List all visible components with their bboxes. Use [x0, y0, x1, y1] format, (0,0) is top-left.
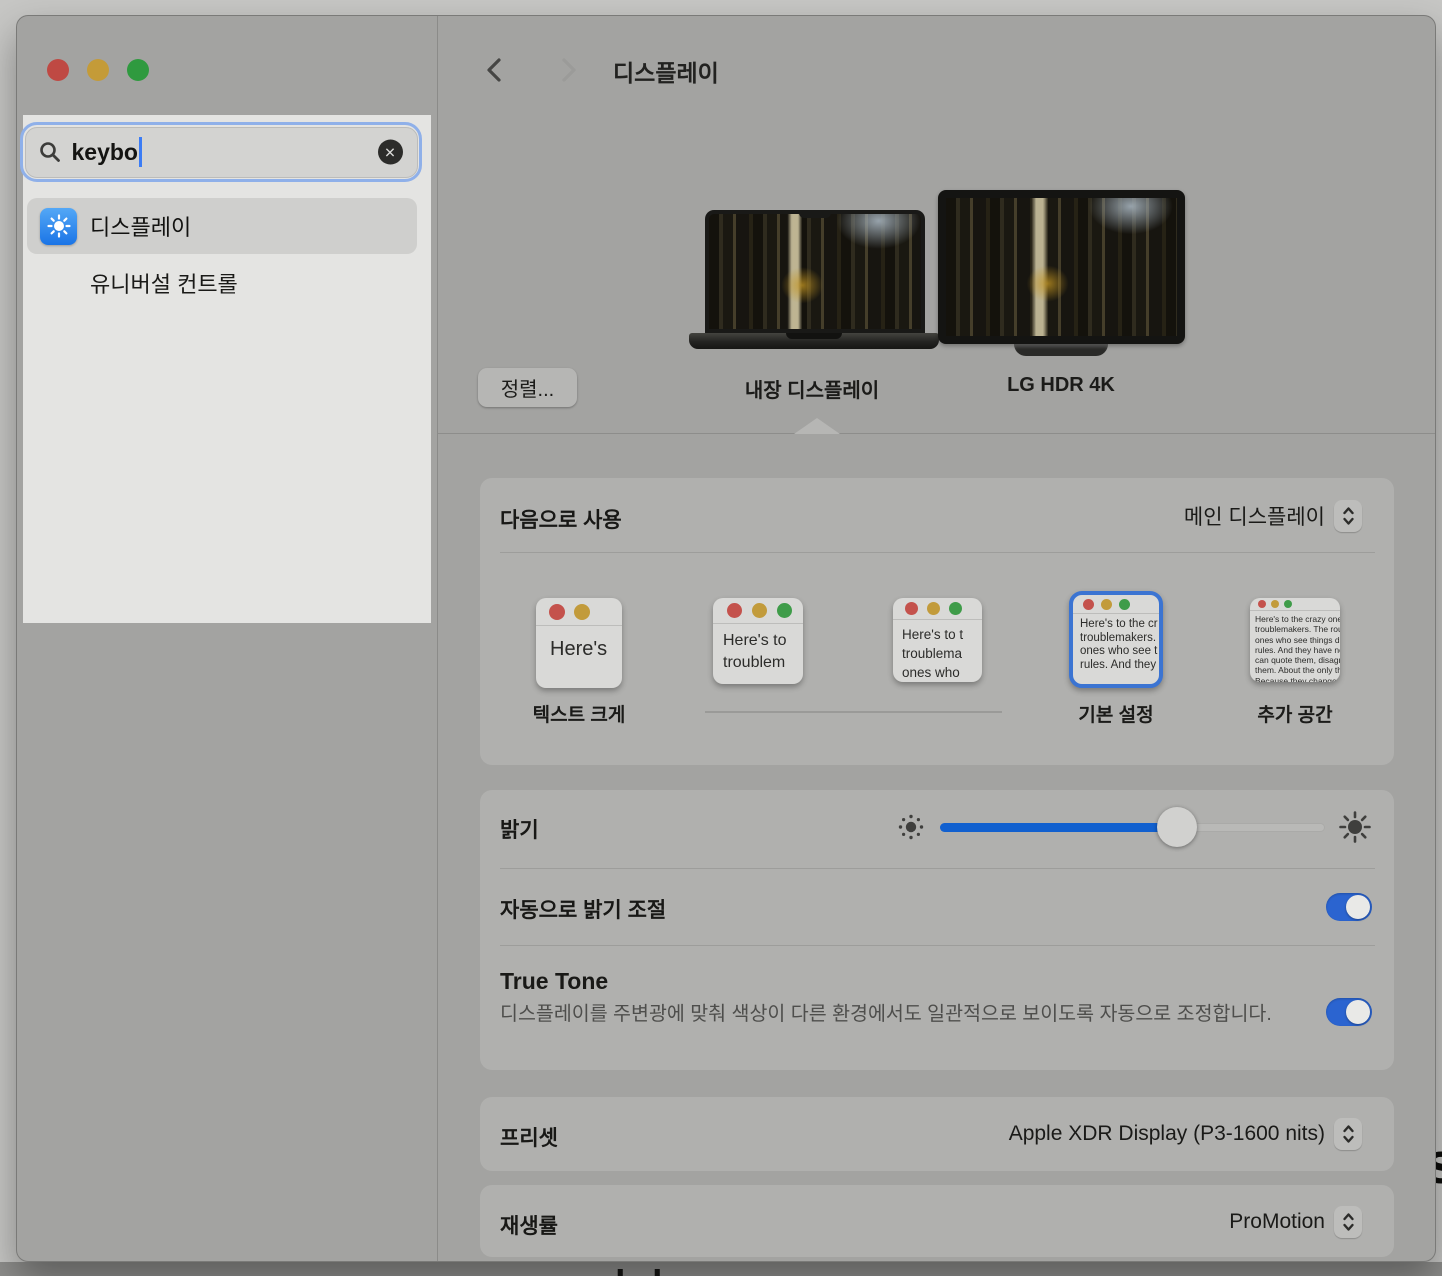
sample-text: them. About the only th — [1255, 665, 1340, 675]
mini-window-titlebar — [893, 598, 982, 620]
search-input[interactable]: keybo ✕ — [25, 127, 418, 178]
scaling-option-larger-text[interactable]: Here's — [536, 598, 622, 688]
display-name-builtin: 내장 디스플레이 — [702, 374, 922, 403]
screen: ssh-keygen s keybo ✕ — [0, 0, 1442, 1276]
scaling-label-default: 기본 설정 — [1056, 700, 1176, 727]
search-result-universal-control[interactable]: 유니버설 컨트롤 — [27, 258, 417, 308]
scaling-option-default-selected[interactable]: Here's to the cr troublemakers. ones who… — [1069, 591, 1163, 688]
section-divider — [438, 433, 1435, 434]
search-focus-ring: keybo ✕ — [20, 122, 422, 182]
selected-display-caret — [794, 418, 840, 434]
brightness-high-icon — [1338, 810, 1372, 844]
auto-brightness-toggle[interactable] — [1326, 893, 1372, 921]
search-value: keybo — [72, 139, 138, 166]
mini-window-titlebar — [713, 598, 803, 624]
desktop-background-text: ssh-keygen — [572, 1263, 786, 1276]
chevron-updown-icon — [1334, 1118, 1362, 1150]
clear-icon: ✕ — [384, 145, 396, 159]
refresh-rate-label: 재생률 — [500, 1210, 558, 1240]
sample-text: Here's to t — [902, 625, 982, 644]
zoom-button[interactable] — [127, 59, 149, 81]
sample-text: Here's to the cr — [1080, 618, 1159, 632]
page-title: 디스플레이 — [613, 54, 719, 88]
back-button[interactable] — [482, 56, 508, 84]
minimize-button[interactable] — [87, 59, 109, 81]
sample-text: can quote them, disagr — [1255, 655, 1340, 665]
scaling-option-more-space[interactable]: Here's to the crazy one troublemakers. T… — [1250, 598, 1340, 682]
brightness-slider-fill — [940, 823, 1177, 832]
chevron-updown-icon — [1334, 1206, 1362, 1238]
sample-text: ones who see t — [1080, 645, 1159, 659]
sample-text: Because they change th — [1255, 676, 1340, 682]
scaling-label-larger-text: 텍스트 크게 — [519, 700, 639, 727]
mini-window-titlebar — [536, 598, 622, 626]
use-as-value: 메인 디스플레이 — [1184, 501, 1325, 531]
result-label: 디스플레이 — [90, 210, 191, 242]
wallpaper-image — [946, 198, 1177, 336]
brightness-low-icon — [897, 813, 925, 841]
search-icon — [38, 140, 62, 164]
laptop-notch — [799, 210, 831, 218]
scaling-label-more-space: 추가 공간 — [1235, 700, 1355, 727]
sample-text: Here's — [550, 634, 622, 664]
preset-dropdown[interactable]: Apple XDR Display (P3-1600 nits) — [1009, 1118, 1362, 1150]
sample-text: troublema — [902, 644, 982, 663]
mini-window-titlebar — [1073, 595, 1159, 614]
scaling-option-2[interactable]: Here's to troublem — [713, 598, 803, 684]
scaling-option-3[interactable]: Here's to t troublema ones who — [893, 598, 982, 682]
use-as-dropdown[interactable]: 메인 디스플레이 — [1184, 500, 1362, 532]
laptop-base-notch — [786, 333, 842, 339]
toggle-knob — [1346, 895, 1370, 919]
refresh-rate-value: ProMotion — [1229, 1210, 1325, 1234]
row-divider — [500, 945, 1375, 946]
sample-text: Here's to — [723, 630, 803, 652]
search-result-display[interactable]: 디스플레이 — [27, 198, 417, 254]
external-display-thumbnail[interactable] — [938, 190, 1185, 344]
text-cursor — [139, 137, 142, 167]
auto-brightness-label: 자동으로 밝기 조절 — [500, 894, 666, 924]
unlabeled-options-line — [705, 711, 1002, 713]
built-in-display-thumbnail[interactable] — [705, 210, 925, 333]
use-as-label: 다음으로 사용 — [500, 504, 622, 534]
true-tone-label: True Tone — [500, 968, 608, 995]
brightness-slider-thumb[interactable] — [1157, 807, 1197, 847]
sample-text: ones who see things dif — [1255, 635, 1340, 645]
mini-window-titlebar — [1250, 598, 1340, 611]
chevron-updown-icon — [1334, 500, 1362, 532]
result-label: 유니버설 컨트롤 — [90, 267, 238, 299]
true-tone-description: 디스플레이를 주변광에 맞춰 색상이 다른 환경에서도 일관적으로 보이도록 자… — [500, 1000, 1272, 1029]
close-button[interactable] — [47, 59, 69, 81]
monitor-stand — [1014, 344, 1108, 356]
row-divider — [500, 552, 1375, 553]
toggle-knob — [1346, 1000, 1370, 1024]
sample-text: rules. And they — [1080, 659, 1159, 673]
refresh-rate-dropdown[interactable]: ProMotion — [1229, 1206, 1362, 1238]
true-tone-toggle[interactable] — [1326, 998, 1372, 1026]
brightness-slider[interactable] — [940, 823, 1325, 832]
arrange-button[interactable]: 정렬... — [478, 368, 577, 407]
sample-text: troublemakers. The rou — [1255, 624, 1340, 634]
sample-text: Here's to the crazy one — [1255, 614, 1340, 624]
brightness-label: 밝기 — [500, 814, 539, 844]
clear-search-button[interactable]: ✕ — [378, 140, 403, 165]
row-divider — [500, 868, 1375, 869]
preset-value: Apple XDR Display (P3-1600 nits) — [1009, 1122, 1325, 1146]
sidebar-divider — [437, 16, 438, 1261]
wallpaper-image — [709, 214, 921, 329]
display-name-external: LG HDR 4K — [951, 374, 1171, 397]
sample-text: troublemakers. — [1080, 632, 1159, 646]
display-brightness-icon — [40, 208, 77, 245]
preset-label: 프리셋 — [500, 1122, 558, 1152]
search-results-panel — [23, 115, 431, 623]
sample-text: ones who — [902, 663, 982, 682]
forward-button[interactable] — [555, 56, 581, 84]
sample-text: troublem — [723, 652, 803, 674]
sample-text: rules. And they have no — [1255, 645, 1340, 655]
